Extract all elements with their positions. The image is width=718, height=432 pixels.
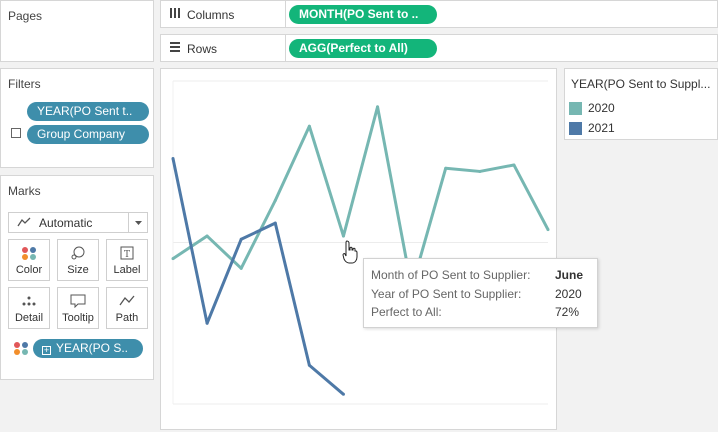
tooltip-val-month: June [555, 268, 584, 282]
data-point-2020-7[interactable] [376, 105, 380, 109]
mark-type-label: Automatic [39, 216, 93, 230]
legend-swatch-2021 [569, 121, 582, 135]
tooltip-val-year: 2020 [555, 287, 582, 301]
data-point-2021-3[interactable] [239, 237, 243, 241]
data-point-2020-1[interactable] [171, 257, 175, 261]
data-point-2020-10[interactable] [478, 169, 482, 173]
hand-cursor-icon [342, 240, 358, 267]
detail-button[interactable]: Detail [8, 287, 50, 329]
size-icon [58, 246, 98, 260]
chart-area[interactable] [160, 68, 557, 430]
svg-text:T: T [124, 250, 130, 260]
tooltip-val-perfect: 72% [555, 305, 580, 319]
columns-shelf-label: Columns [169, 7, 234, 22]
tooltip-label: Tooltip [62, 312, 94, 324]
data-point-2020-4[interactable] [273, 199, 277, 203]
mark-type-dropdown[interactable]: Automatic [8, 212, 148, 233]
series-line-2021[interactable] [171, 158, 345, 396]
legend-title: YEAR(PO Sent to Suppl... [571, 77, 711, 91]
tooltip-row-year: Year of PO Sent to Supplier: 2020 [371, 287, 596, 301]
columns-shelf[interactable]: Columns MONTH(PO Sent to .. [160, 0, 718, 28]
pages-title: Pages [8, 9, 43, 23]
legend-label-2021: 2021 [588, 121, 615, 135]
rows-icon [169, 41, 181, 56]
path-icon [107, 294, 147, 308]
color-icon [9, 246, 49, 260]
color-button[interactable]: Color [8, 239, 50, 281]
line-chart[interactable] [161, 69, 556, 429]
legend-panel: YEAR(PO Sent to Suppl... 2020 2021 [564, 68, 718, 140]
color-pill-label: YEAR(PO S.. [56, 341, 129, 355]
tooltip-row-perfect: Perfect to All: 72% [371, 305, 596, 319]
rows-shelf[interactable]: Rows AGG(Perfect to All) [160, 34, 718, 62]
data-point-2020-3[interactable] [239, 266, 243, 270]
data-point-2020-9[interactable] [444, 166, 448, 170]
tooltip-icon [58, 294, 98, 308]
rows-pill-agg[interactable]: AGG(Perfect to All) [289, 39, 437, 58]
data-point-2020-2[interactable] [205, 234, 209, 238]
data-point-2020-12[interactable] [546, 228, 550, 232]
plus-box-icon: + [42, 345, 51, 355]
data-point-2021-1[interactable] [171, 157, 175, 161]
legend-swatch-2020 [569, 101, 582, 115]
dataset-icon [11, 128, 21, 138]
color-legend-icon [13, 341, 29, 358]
columns-pill-month[interactable]: MONTH(PO Sent to .. [289, 5, 437, 24]
data-point-2021-4[interactable] [273, 221, 277, 225]
tooltip-key-month: Month of PO Sent to Supplier: [371, 268, 531, 282]
tooltip-popup: Month of PO Sent to Supplier: June Year … [363, 258, 598, 328]
legend-item-2021[interactable]: 2021 [569, 121, 615, 135]
color-label: Color [15, 264, 43, 276]
data-point-2020-5[interactable] [307, 124, 311, 128]
data-point-2020-6[interactable] [341, 234, 345, 238]
path-label: Path [115, 312, 139, 324]
label-label: Label [113, 264, 141, 276]
filters-title: Filters [8, 77, 41, 91]
label-button[interactable]: T Label [106, 239, 148, 281]
marks-title: Marks [8, 184, 41, 198]
data-point-2021-5[interactable] [307, 363, 311, 367]
detail-icon [9, 294, 49, 308]
legend-item-2020[interactable]: 2020 [569, 101, 615, 115]
filters-panel: Filters YEAR(PO Sent t.. Group Company [0, 68, 154, 168]
data-point-2021-2[interactable] [205, 321, 209, 325]
pages-panel: Pages [0, 0, 154, 62]
tooltip-row-month: Month of PO Sent to Supplier: June [371, 268, 596, 282]
chevron-down-icon [128, 213, 147, 232]
columns-icon [169, 7, 181, 22]
size-label: Size [67, 264, 89, 276]
rows-divider [285, 35, 286, 61]
data-point-2021-6[interactable] [341, 392, 345, 396]
data-point-2020-11[interactable] [512, 163, 516, 167]
columns-text: Columns [187, 7, 235, 22]
size-button[interactable]: Size [57, 239, 99, 281]
tooltip-key-perfect: Perfect to All: [371, 305, 442, 319]
rows-text: Rows [187, 41, 218, 56]
tooltip-button[interactable]: Tooltip [57, 287, 99, 329]
label-icon: T [107, 246, 147, 260]
line-icon [17, 216, 31, 231]
filter-pill-group-company[interactable]: Group Company [27, 125, 149, 144]
filter-pill-year[interactable]: YEAR(PO Sent t.. [27, 102, 149, 121]
columns-divider [285, 1, 286, 27]
detail-label: Detail [14, 312, 44, 324]
legend-label-2020: 2020 [588, 101, 615, 115]
marks-panel: Marks Automatic Color Size T Label Detai… [0, 175, 154, 380]
rows-shelf-label: Rows [169, 41, 217, 56]
path-button[interactable]: Path [106, 287, 148, 329]
color-pill-year[interactable]: + YEAR(PO S.. [33, 339, 143, 358]
tooltip-key-year: Year of PO Sent to Supplier: [371, 287, 522, 301]
